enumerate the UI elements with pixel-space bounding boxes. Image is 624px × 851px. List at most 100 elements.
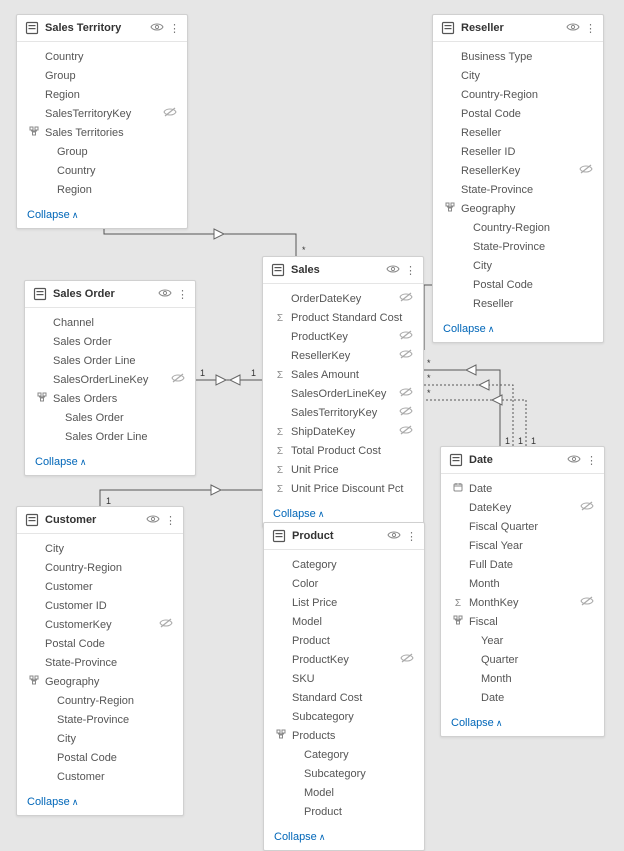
more-icon[interactable]: ⋮ bbox=[586, 454, 596, 467]
table-header[interactable]: Product⋮ bbox=[264, 523, 424, 550]
visibility-icon[interactable] bbox=[149, 22, 165, 35]
field[interactable]: City bbox=[433, 257, 603, 276]
more-icon[interactable]: ⋮ bbox=[405, 264, 415, 277]
field[interactable]: Country bbox=[17, 48, 187, 67]
table-product[interactable]: Product⋮CategoryColorList PriceModelProd… bbox=[263, 522, 425, 851]
field[interactable]: Geography bbox=[433, 200, 603, 219]
field[interactable]: Fiscal Quarter bbox=[441, 518, 604, 537]
field[interactable]: Quarter bbox=[441, 651, 604, 670]
field[interactable]: Business Type bbox=[433, 48, 603, 67]
field[interactable]: DateKey bbox=[441, 499, 604, 518]
field[interactable]: ΣProduct Standard Cost bbox=[263, 309, 423, 328]
field[interactable]: Standard Cost bbox=[264, 689, 424, 708]
table-salesTerritory[interactable]: Sales Territory⋮CountryGroupRegionSalesT… bbox=[16, 14, 188, 229]
field[interactable]: State-Province bbox=[433, 181, 603, 200]
field[interactable]: Model bbox=[264, 784, 424, 803]
field[interactable]: Category bbox=[264, 746, 424, 765]
collapse-row[interactable]: Collapse∧ bbox=[17, 204, 187, 228]
field[interactable]: OrderDateKey bbox=[263, 290, 423, 309]
field[interactable]: Fiscal Year bbox=[441, 537, 604, 556]
field[interactable]: Subcategory bbox=[264, 765, 424, 784]
field[interactable]: Group bbox=[17, 67, 187, 86]
table-customer[interactable]: Customer⋮CityCountry-RegionCustomerCusto… bbox=[16, 506, 184, 816]
field[interactable]: Postal Code bbox=[433, 105, 603, 124]
table-sales[interactable]: Sales⋮ OrderDateKeyΣProduct Standard Cost… bbox=[262, 256, 424, 528]
field[interactable]: Country-Region bbox=[17, 559, 183, 578]
visibility-icon[interactable] bbox=[145, 514, 161, 527]
field[interactable]: SalesTerritoryKey bbox=[17, 105, 187, 124]
field[interactable]: Year bbox=[441, 632, 604, 651]
collapse-row[interactable]: Collapse∧ bbox=[441, 712, 604, 736]
field[interactable]: State-Province bbox=[433, 238, 603, 257]
field[interactable]: Reseller bbox=[433, 124, 603, 143]
collapse-row[interactable]: Collapse∧ bbox=[264, 826, 424, 850]
field[interactable]: ProductKey bbox=[263, 328, 423, 347]
table-date[interactable]: Date⋮ Date DateKeyFiscal QuarterFiscal Yea… bbox=[440, 446, 605, 737]
visibility-icon[interactable] bbox=[566, 454, 582, 467]
field[interactable]: ResellerKey bbox=[433, 162, 603, 181]
collapse-link[interactable]: Collapse bbox=[35, 456, 78, 468]
field[interactable]: Sales Orders bbox=[25, 390, 195, 409]
field[interactable]: Full Date bbox=[441, 556, 604, 575]
field[interactable]: ΣSales Amount bbox=[263, 366, 423, 385]
field[interactable]: SKU bbox=[264, 670, 424, 689]
more-icon[interactable]: ⋮ bbox=[165, 514, 175, 527]
field[interactable]: City bbox=[17, 540, 183, 559]
field[interactable]: Customer ID bbox=[17, 597, 183, 616]
field[interactable]: SalesOrderLineKey bbox=[25, 371, 195, 390]
collapse-row[interactable]: Collapse∧ bbox=[25, 451, 195, 475]
field[interactable]: Country-Region bbox=[433, 86, 603, 105]
visibility-icon[interactable] bbox=[565, 22, 581, 35]
field[interactable]: Country bbox=[17, 162, 187, 181]
field[interactable]: Postal Code bbox=[17, 635, 183, 654]
more-icon[interactable]: ⋮ bbox=[585, 22, 595, 35]
field[interactable]: Date bbox=[441, 689, 604, 708]
field[interactable]: ΣShipDateKey bbox=[263, 423, 423, 442]
collapse-link[interactable]: Collapse bbox=[274, 831, 317, 843]
field[interactable]: SalesTerritoryKey bbox=[263, 404, 423, 423]
table-header[interactable]: Date⋮ bbox=[441, 447, 604, 474]
field[interactable]: State-Province bbox=[17, 654, 183, 673]
field[interactable]: Reseller ID bbox=[433, 143, 603, 162]
table-header[interactable]: Sales⋮ bbox=[263, 257, 423, 284]
field[interactable]: ProductKey bbox=[264, 651, 424, 670]
table-salesOrder[interactable]: Sales Order⋮ ChannelSales Order Sales Orde… bbox=[24, 280, 196, 476]
collapse-row[interactable]: Collapse∧ bbox=[433, 318, 603, 342]
visibility-icon[interactable] bbox=[157, 288, 173, 301]
collapse-link[interactable]: Collapse bbox=[27, 209, 70, 221]
collapse-link[interactable]: Collapse bbox=[27, 796, 70, 808]
visibility-icon[interactable] bbox=[386, 530, 402, 543]
table-header[interactable]: Sales Territory⋮ bbox=[17, 15, 187, 42]
field[interactable]: Country-Region bbox=[17, 692, 183, 711]
more-icon[interactable]: ⋮ bbox=[177, 288, 187, 301]
collapse-row[interactable]: Collapse∧ bbox=[17, 791, 183, 815]
field[interactable]: Geography bbox=[17, 673, 183, 692]
table-header[interactable]: Sales Order⋮ bbox=[25, 281, 195, 308]
field[interactable]: City bbox=[17, 730, 183, 749]
field[interactable]: Reseller bbox=[433, 295, 603, 314]
field[interactable]: Postal Code bbox=[433, 276, 603, 295]
field[interactable]: ΣUnit Price Discount Pct bbox=[263, 480, 423, 499]
field[interactable]: Subcategory bbox=[264, 708, 424, 727]
field[interactable]: ResellerKey bbox=[263, 347, 423, 366]
field[interactable]: State-Province bbox=[17, 711, 183, 730]
field[interactable]: Product bbox=[264, 632, 424, 651]
field[interactable]: Category bbox=[264, 556, 424, 575]
collapse-link[interactable]: Collapse bbox=[451, 717, 494, 729]
field[interactable]: Color bbox=[264, 575, 424, 594]
visibility-icon[interactable] bbox=[385, 264, 401, 277]
field[interactable]: Sales Territories bbox=[17, 124, 187, 143]
field[interactable]: Products bbox=[264, 727, 424, 746]
field[interactable]: Country-Region bbox=[433, 219, 603, 238]
field[interactable]: Region bbox=[17, 181, 187, 200]
field[interactable]: ΣUnit Price bbox=[263, 461, 423, 480]
field[interactable]: Region bbox=[17, 86, 187, 105]
field[interactable]: City bbox=[433, 67, 603, 86]
field[interactable]: Month bbox=[441, 670, 604, 689]
field[interactable]: SalesOrderLineKey bbox=[263, 385, 423, 404]
field[interactable]: CustomerKey bbox=[17, 616, 183, 635]
field[interactable]: Channel bbox=[25, 314, 195, 333]
field[interactable]: Sales Order bbox=[25, 333, 195, 352]
field[interactable]: ΣTotal Product Cost bbox=[263, 442, 423, 461]
field[interactable]: Postal Code bbox=[17, 749, 183, 768]
